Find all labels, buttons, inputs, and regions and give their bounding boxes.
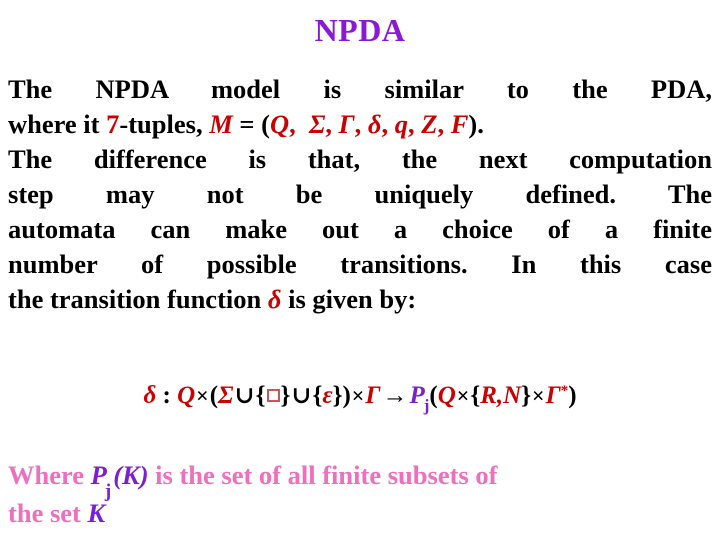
times-icon-2: × [351, 383, 365, 408]
tuple-item-gamma: Γ [338, 109, 355, 139]
formula-brace-close-1: } [280, 382, 291, 409]
formula-open-paren: ( [209, 382, 219, 409]
footer-line-1: Where Pj(K) is the set of all finite sub… [8, 458, 712, 502]
formula-delta: δ [143, 382, 157, 409]
paragraph-2-line-4: number of possible transitions. In this … [8, 249, 712, 279]
slide-canvas: NPDA The NPDA model is similar to the PD… [0, 0, 720, 540]
formula-brace-open-1: { [255, 382, 266, 409]
paragraph-2-line-2: step may not be uniquely defined. The [8, 179, 712, 209]
formula-Q-second: Q [437, 382, 456, 409]
text-equals-paren: = ( [232, 109, 270, 139]
text-tuples: -tuples, [119, 109, 210, 139]
footer-paren-K: (K) [113, 460, 149, 490]
transition-function-formula: δ : Q×(Σ∪{}∪{ε})×Γ→Pj(Q×{R,N}×Γ*) [0, 382, 720, 416]
union-icon-2: ∪ [291, 383, 312, 409]
arrow-right-icon: → [382, 382, 408, 409]
tuple-item-Q: Q [269, 109, 290, 139]
text-transition-function: the transition function [8, 284, 268, 314]
formula-close-paren-1: ) [342, 382, 351, 409]
formula-colon: : [156, 382, 178, 409]
union-icon-1: ∪ [234, 383, 255, 409]
value-seven: 7 [106, 109, 120, 139]
formula-brace-close-2: } [332, 382, 343, 409]
formula-brace-open-3: { [470, 382, 481, 409]
footer-text-the-set: the set [8, 498, 88, 528]
slide-footer-note: Where Pj(K) is the set of all finite sub… [8, 458, 712, 530]
paragraph-2: The difference is that, the next computa… [8, 142, 712, 317]
formula-brace-close-3: } [521, 382, 532, 409]
symbol-M: M [209, 109, 233, 139]
formula-powerset-P: P [409, 382, 425, 409]
times-icon: × [196, 383, 209, 408]
formula-close-paren-2: ) [568, 382, 577, 409]
slide-title: NPDA [314, 12, 406, 48]
footer-line-2: the set K [8, 496, 712, 530]
footer-text-where: Where [8, 460, 91, 490]
formula-brace-open-2: { [312, 382, 323, 409]
paragraph-2-line-3: automata can make out a choice of a fini… [8, 214, 712, 244]
paragraph-1-line-1: The NPDA model is similar to the PDA, [8, 74, 712, 104]
paragraph-1-line-2: where it 7-tuples, M = (Q, Σ, Γ, δ, q, Z… [8, 109, 484, 139]
footer-symbol-K: K [87, 498, 106, 528]
footer-text-subsets: is the set of all finite subsets of [148, 460, 498, 490]
tuple-item-sigma: Σ [308, 109, 326, 139]
formula-move-R: R [480, 382, 497, 409]
tuple-item-Z: Z [421, 109, 438, 139]
symbol-delta-inline: δ [267, 284, 282, 314]
paragraph-1: The NPDA model is similar to the PDA, wh… [8, 72, 712, 142]
times-icon-4: × [532, 383, 545, 408]
paragraph-2-line-5: the transition function δ is given by: [8, 282, 712, 317]
times-icon-3: × [456, 383, 470, 408]
blank-box-icon [266, 389, 280, 402]
slide-body-text: The NPDA model is similar to the PDA, wh… [8, 72, 712, 317]
formula-gamma-1: Γ [365, 382, 381, 409]
formula-open-paren-2: ( [429, 382, 438, 409]
formula-Q-first: Q [177, 382, 196, 409]
formula-move-N: N [503, 382, 522, 409]
text-where-it: where it [8, 109, 107, 139]
formula-epsilon: ε [322, 382, 333, 409]
tuple-item-q: q [394, 109, 408, 139]
tuple-item-F: F [450, 109, 469, 139]
paragraph-2-line-1: The difference is that, the next computa… [8, 144, 712, 174]
text-is-given-by: is given by: [281, 284, 417, 314]
formula-sigma: Σ [218, 382, 234, 409]
text-close-paren: ). [468, 109, 484, 139]
formula-gamma-2: Γ [545, 382, 561, 409]
footer-powerset-subscript: j [104, 481, 112, 502]
tuple-item-delta: δ [367, 109, 382, 139]
